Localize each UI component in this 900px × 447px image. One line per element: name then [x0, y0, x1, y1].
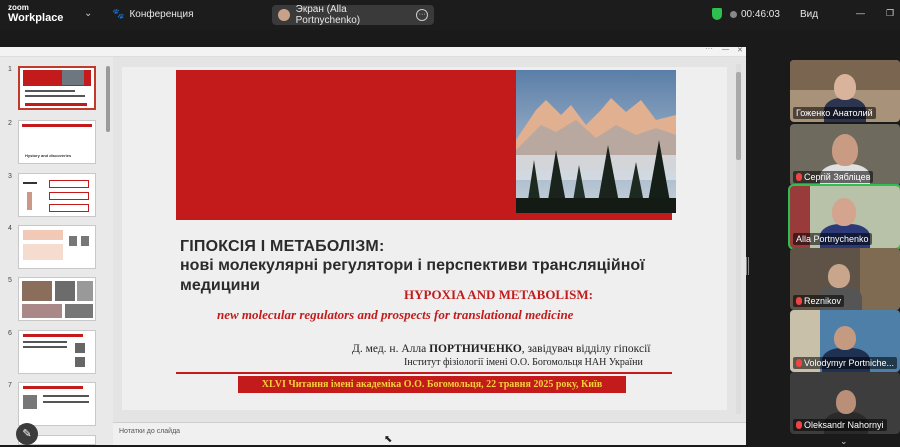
author-role: , завідувач відділу гіпоксії: [521, 343, 651, 355]
slide-title-ua-line3: медицини: [180, 277, 260, 294]
speaker-notes[interactable]: Нотатки до слайда: [113, 422, 746, 445]
more-icon[interactable]: ···: [416, 9, 429, 21]
shield-icon[interactable]: [712, 8, 722, 20]
view-menu[interactable]: Вид: [800, 9, 818, 20]
thumb-number: 6: [8, 330, 12, 337]
chevron-down-icon[interactable]: ⌄: [84, 8, 92, 19]
mountain-photo: [516, 70, 676, 213]
slide-event-banner: XLVI Читання імені академіка О.О. Богомо…: [238, 376, 626, 393]
presentation-titlebar: ··· — ✕: [0, 44, 746, 57]
share-label: Экран (Alla Portnychenko): [295, 4, 361, 26]
conference-label: Конференция: [129, 9, 194, 20]
participant-name: Oleksandr Nahornyi: [793, 419, 887, 431]
record-icon: [730, 11, 737, 18]
participant-gallery: Гоженко Анатолий Сергій Зябліцев Alla Po…: [788, 60, 900, 447]
participant-name: Alla Portnychenko: [793, 233, 872, 245]
divider: [176, 372, 672, 374]
meeting-toolbar: zoom Workplace ⌄ 🐾 Конференция Экран (Al…: [0, 0, 900, 30]
slide-thumbnails[interactable]: 1 2 Hystory and discoveries 3 4 5 6 7: [0, 57, 113, 445]
timer-text: 00:46:03: [741, 9, 780, 20]
participant-name: Гоженко Анатолий: [793, 107, 876, 119]
participant-name: Сергій Зябліцев: [793, 171, 874, 183]
video-tile[interactable]: Гоженко Анатолий: [790, 60, 900, 122]
minimize-icon[interactable]: —: [856, 8, 866, 18]
author-name: ПОРТНИЧЕНКО: [429, 343, 522, 355]
slide-title-en: HYPOXIA AND METABOLISM:: [404, 287, 593, 302]
notes-label: Нотатки до слайда: [119, 428, 181, 435]
video-tile[interactable]: Oleksandr Nahornyi: [790, 372, 900, 434]
slide-thumbnail-3[interactable]: [18, 173, 96, 217]
slide-thumbnail-1[interactable]: [18, 66, 96, 110]
conference-menu[interactable]: 🐾 Конференция: [112, 9, 194, 20]
author-prefix: Д. мед. н. Алла: [352, 343, 430, 355]
mic-muted-icon: [796, 421, 802, 429]
mic-muted-icon: [796, 173, 802, 181]
mic-muted-icon: [796, 359, 802, 367]
pencil-icon[interactable]: ✎: [16, 423, 38, 445]
meeting-timer: 00:46:03: [730, 9, 780, 20]
minimize-icon[interactable]: —: [722, 46, 729, 53]
resize-handle[interactable]: [746, 257, 749, 275]
mic-muted-icon: [796, 297, 802, 305]
slide-institute: Інститут фізіології імені О.О. Богомольц…: [404, 357, 643, 368]
paw-icon: 🐾: [112, 9, 125, 20]
zoom-logo: zoom Workplace: [8, 3, 64, 24]
slide-author: Д. мед. н. Алла ПОРТНИЧЕНКО, завідувач в…: [352, 343, 650, 355]
chevron-down-icon[interactable]: ⌄: [840, 436, 848, 447]
thumb-caption: Hystory and discoveries: [25, 153, 72, 158]
participant-name: Volodymyr Portniche...: [793, 357, 898, 369]
title-banner: [176, 70, 676, 220]
close-icon[interactable]: ✕: [737, 46, 743, 54]
thumbnail-scrollbar[interactable]: [106, 66, 110, 132]
scrollbar-thumb[interactable]: [736, 72, 741, 160]
slide-thumbnail-4[interactable]: [18, 225, 96, 269]
thumb-number: 1: [8, 66, 12, 73]
view-label: Вид: [800, 9, 819, 20]
mountain-image: [516, 70, 676, 213]
slide-scrollbar[interactable]: [736, 64, 741, 414]
thumb-number: 4: [8, 225, 12, 232]
slide-thumbnail-6[interactable]: [18, 330, 96, 374]
slide-title-ua-line2: нові молекулярні регулятори і перспектив…: [180, 257, 645, 274]
cursor-icon: ⬉: [384, 434, 393, 445]
video-tile[interactable]: Reznikov: [790, 248, 900, 310]
slide-subtitle-en: new molecular regulators and prospects f…: [217, 307, 574, 322]
thumb-number: 3: [8, 173, 12, 180]
participant-name: Reznikov: [793, 295, 845, 307]
slide-thumbnail-5[interactable]: [18, 277, 96, 321]
video-tile-active[interactable]: Alla Portnychenko: [788, 184, 900, 250]
screen-share-indicator[interactable]: Экран (Alla Portnychenko) ···: [272, 4, 434, 26]
thumb-number: 7: [8, 382, 12, 389]
slide-title-ua-line1: ГІПОКСІЯ І МЕТАБОЛІЗМ:: [180, 238, 385, 255]
slide-thumbnail-2[interactable]: Hystory and discoveries: [18, 120, 96, 164]
more-icon[interactable]: ···: [705, 44, 713, 53]
current-slide: ГІПОКСІЯ І МЕТАБОЛІЗМ: нові молекулярні …: [122, 67, 727, 410]
slide-editor: ГІПОКСІЯ І МЕТАБОЛІЗМ: нові молекулярні …: [113, 57, 746, 422]
video-tile[interactable]: Volodymyr Portniche...: [790, 310, 900, 372]
logo-line2: Workplace: [8, 12, 64, 24]
maximize-icon[interactable]: ❐: [886, 8, 896, 18]
slide-thumbnail-7[interactable]: [18, 382, 96, 426]
panel-divider[interactable]: [746, 47, 750, 445]
video-tile[interactable]: Сергій Зябліцев: [790, 124, 900, 186]
thumb-number: 5: [8, 277, 12, 284]
avatar: [278, 9, 290, 21]
thumb-number: 2: [8, 120, 12, 127]
